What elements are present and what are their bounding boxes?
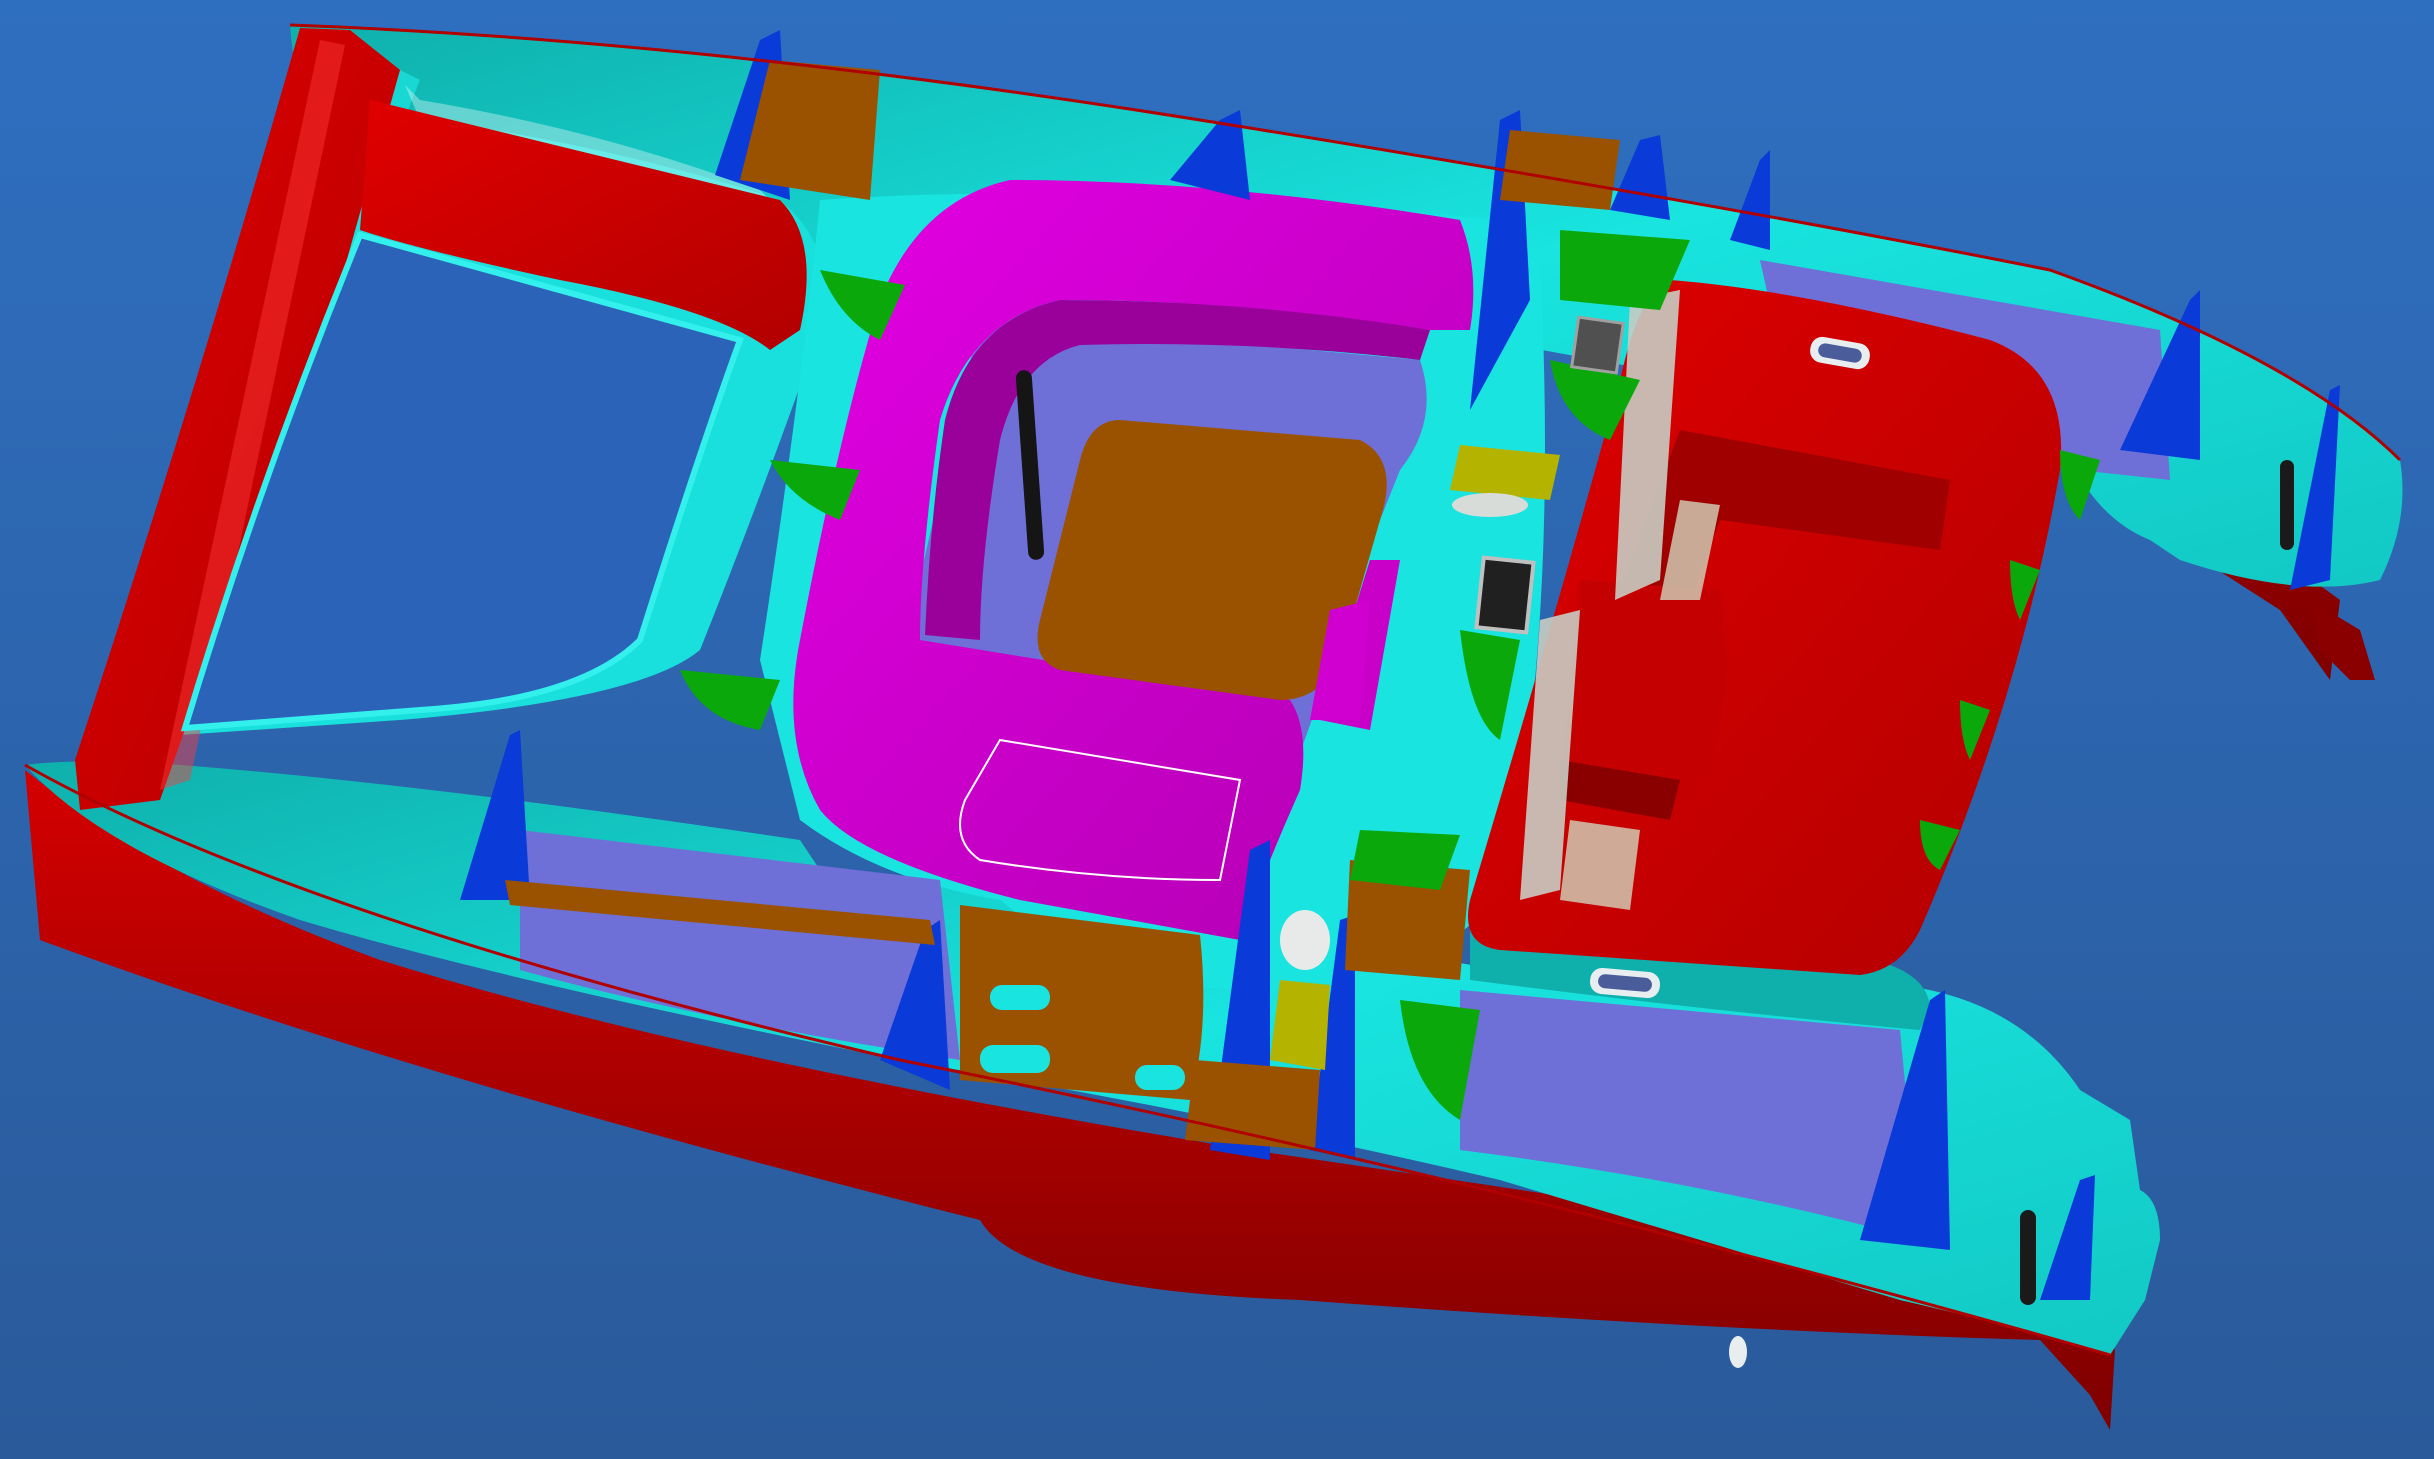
catamaran-cad-render <box>0 0 2434 1459</box>
deck-drain-1 <box>1452 493 1528 517</box>
port-rudder-post <box>2280 460 2294 550</box>
partition-cutout-1 <box>990 985 1050 1010</box>
window-aft-mid <box>1560 820 1640 910</box>
deck-drain-2 <box>1280 910 1330 970</box>
rudder-tip <box>1729 1336 1747 1368</box>
instrument-screen <box>1476 558 1533 633</box>
starboard-rudder-post <box>2020 1210 2036 1305</box>
partition-mid-upper <box>1500 130 1620 210</box>
locker-opening <box>1572 317 1624 373</box>
step-box-2 <box>1270 980 1330 1070</box>
partition-cutout-3 <box>980 1045 1050 1073</box>
partition-cutout-2 <box>1135 1065 1185 1090</box>
